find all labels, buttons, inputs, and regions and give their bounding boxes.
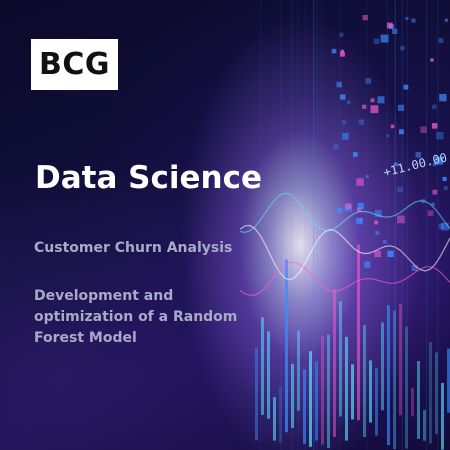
light-streak xyxy=(316,0,318,450)
bcg-logo: BCG xyxy=(31,39,118,90)
bar-mark xyxy=(369,360,372,423)
light-streak xyxy=(406,0,408,450)
bar-mark xyxy=(363,324,366,438)
square-mark xyxy=(370,98,375,103)
square-mark xyxy=(342,120,347,125)
square-mark xyxy=(373,38,380,45)
square-mark xyxy=(374,220,378,225)
description-line: optimization of a Random xyxy=(34,309,238,325)
bar-mark xyxy=(399,303,402,416)
square-mark xyxy=(362,104,367,109)
bar-mark xyxy=(327,334,330,449)
bar-mark xyxy=(333,289,336,438)
square-mark xyxy=(340,94,346,100)
light-streak xyxy=(401,0,403,450)
bar-mark xyxy=(429,342,432,444)
bar-mark xyxy=(345,336,348,441)
light-streak xyxy=(304,0,306,450)
bar-mark xyxy=(273,397,276,441)
bar-mark xyxy=(285,259,288,433)
bar-mark xyxy=(417,361,420,439)
page-title: Data Science xyxy=(35,160,263,196)
square-mark xyxy=(340,49,344,53)
light-streak xyxy=(367,0,369,450)
description: Development and optimization of a Random… xyxy=(34,286,284,349)
square-mark xyxy=(432,189,438,195)
square-mark xyxy=(442,176,447,182)
bar-mark xyxy=(357,244,360,421)
square-mark xyxy=(386,22,393,29)
light-streak xyxy=(426,0,428,450)
bar-mark xyxy=(351,364,354,420)
square-mark xyxy=(443,186,448,191)
logo-text: BCG xyxy=(38,47,110,82)
bar-mark xyxy=(423,410,426,441)
square-mark xyxy=(358,119,365,125)
light-streak xyxy=(291,0,293,450)
signal-line xyxy=(239,192,450,234)
light-streak xyxy=(394,0,396,450)
square-mark xyxy=(397,215,405,224)
square-mark xyxy=(431,123,438,129)
square-mark xyxy=(444,18,448,22)
square-mark xyxy=(387,250,394,258)
square-mark xyxy=(439,93,447,102)
square-mark xyxy=(411,18,416,23)
square-mark xyxy=(390,124,395,129)
light-streak xyxy=(339,0,341,450)
square-mark xyxy=(438,38,444,43)
bar-mark xyxy=(441,382,444,450)
square-mark xyxy=(346,100,351,105)
square-mark xyxy=(357,202,364,209)
square-mark xyxy=(345,203,352,210)
square-mark xyxy=(370,105,379,114)
square-mark xyxy=(341,132,349,140)
square-mark xyxy=(331,48,337,54)
square-mark xyxy=(432,104,437,109)
light-streak xyxy=(297,0,299,450)
bar-mark xyxy=(411,387,414,417)
bar-mark xyxy=(381,322,384,411)
light-streak xyxy=(321,0,323,450)
square-mark xyxy=(353,152,358,157)
square-mark xyxy=(355,217,363,225)
subtitle: Customer Churn Analysis xyxy=(34,240,233,256)
square-mark xyxy=(420,126,427,133)
square-mark xyxy=(336,81,342,88)
square-mark xyxy=(427,210,434,217)
description-line: Forest Model xyxy=(34,330,137,346)
square-mark xyxy=(397,104,405,111)
cover-banner: +11.00.00 BCG Data Science Customer Chur… xyxy=(0,0,450,450)
bar-mark xyxy=(375,368,378,436)
light-streak xyxy=(313,0,315,450)
signal-line xyxy=(239,224,450,281)
square-mark xyxy=(356,178,364,186)
light-streak xyxy=(260,0,262,450)
square-mark xyxy=(377,96,385,104)
square-mark xyxy=(365,78,372,84)
light-streak xyxy=(280,0,282,450)
bar-mark xyxy=(255,347,258,441)
square-mark xyxy=(333,144,339,150)
description-line: Development and xyxy=(34,288,174,304)
light-streak xyxy=(437,0,439,450)
square-mark xyxy=(430,58,434,62)
square-mark xyxy=(399,129,404,135)
bar-mark xyxy=(309,351,312,447)
square-mark xyxy=(375,230,380,235)
light-streak xyxy=(386,0,388,450)
square-mark xyxy=(383,240,387,244)
square-mark xyxy=(374,250,381,258)
